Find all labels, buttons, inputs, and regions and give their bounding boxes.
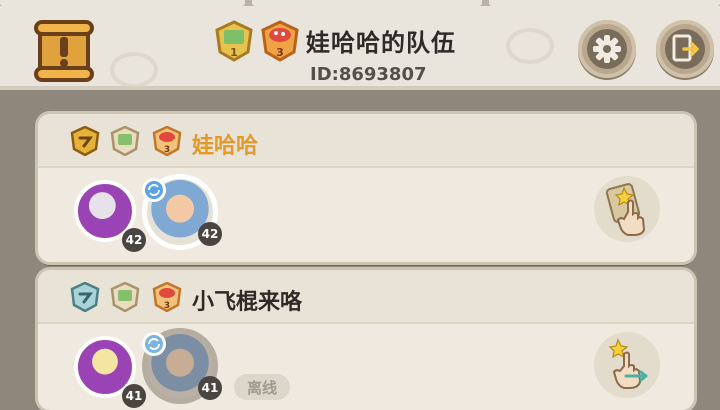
exit-team-button[interactable] [656,20,714,78]
exclamation-scroll-icon [34,20,94,82]
silver-rank-badge-icon [70,282,100,312]
action-button[interactable] [594,176,660,242]
exit-arrow-icon [672,34,699,62]
swap-icon [142,178,166,202]
gear-icon [593,35,621,63]
team-id: ID:8693807 [310,64,427,85]
pet-level-badge: 41 [122,384,146,408]
team-name: 娃哈哈的队伍 [306,29,456,57]
player-card: 3 小飞棍来咯 41 41 离线 [38,270,694,410]
swap-hand-icon [608,338,648,389]
character-level-badge: 42 [198,222,222,246]
action-button[interactable] [594,332,660,398]
player-name: 小飞棍来咯 [192,290,303,315]
status-badge: 离线 [234,374,290,400]
mushroom-badge-icon: 3 [152,126,182,156]
svg-text:3: 3 [164,301,170,311]
gold-rank-badge-icon [70,126,100,156]
mushroom-badge-icon: 3 [152,282,182,312]
pet-level-badge: 42 [122,228,146,252]
background-swirl [110,52,158,88]
map-badge-icon [110,126,140,156]
player-card: 3 娃哈哈 42 42 [38,114,694,262]
background-swirl [506,28,554,64]
team-header: 1 3 娃哈哈的队伍 ID:8693807 [0,6,720,90]
map-badge-icon [110,282,140,312]
map-badge-icon: 1 [215,20,253,62]
info-button[interactable] [34,20,94,82]
character-level-badge: 41 [198,376,222,400]
svg-text:3: 3 [276,46,284,59]
tap-card-icon [605,183,646,236]
mushroom-badge-icon: 3 [261,20,299,62]
svg-text:1: 1 [230,46,238,59]
svg-text:3: 3 [164,145,170,155]
player-name: 娃哈哈 [192,134,259,159]
swap-icon [142,332,166,356]
settings-button[interactable] [578,20,636,78]
